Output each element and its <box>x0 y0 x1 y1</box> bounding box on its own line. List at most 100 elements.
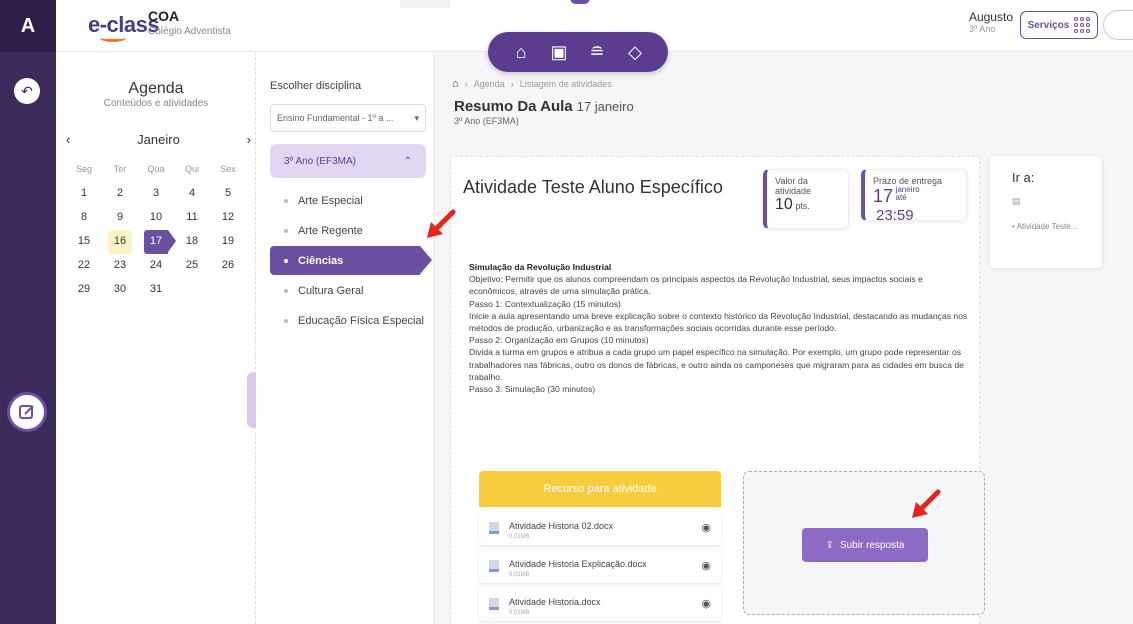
app-logo[interactable]: A <box>0 0 56 52</box>
class-group-label: 3º Ano (EF3MA) <box>284 155 357 167</box>
upload-answer-button[interactable]: ⇪ Subir resposta <box>802 528 928 562</box>
discipline-label: Educação Física Especial <box>298 314 424 327</box>
description-paragraph: Passo 3: Simulação (30 minutos) <box>469 384 596 395</box>
goto-title: Ir a: <box>1012 170 1035 185</box>
list-icon: ▤ <box>1012 196 1021 206</box>
file-size: 0,01MB <box>509 572 530 578</box>
upload-label: Subir resposta <box>839 539 905 551</box>
description-paragraph: Passo 1: Contextualização (15 minutos) <box>469 298 621 309</box>
level-select-value: Ensino Fundamental - 1º a ... <box>277 113 394 123</box>
agenda-subtitle: Conteúdos e atividades <box>103 98 209 109</box>
eye-icon[interactable]: ◉ <box>701 559 711 572</box>
lesson-class: 3º Ano (EF3MA) <box>454 116 519 126</box>
calendar-day[interactable]: 8 <box>66 206 102 230</box>
deadline-time: 23:59 <box>876 207 914 224</box>
description-paragraph: Passo 2: Organização em Grupos (10 minut… <box>469 335 649 346</box>
breadcrumb-item[interactable]: Listagem de atividades <box>520 79 612 89</box>
chevron-left-icon[interactable]: ‹ <box>66 132 70 147</box>
bullet-icon <box>284 288 288 293</box>
goto-link[interactable]: • Atividade Teste... <box>1012 222 1077 231</box>
home-icon[interactable]: ⌂ <box>452 78 459 90</box>
calendar-day[interactable]: 11 <box>174 206 210 230</box>
graduation-icon[interactable]: ≘ <box>584 42 610 63</box>
calendar-day <box>174 278 210 302</box>
calendar-day[interactable]: 26 <box>210 254 246 278</box>
file-size: 0,01MB <box>509 534 530 540</box>
page-title: Resumo Da Aula 17 janeiro <box>454 98 634 115</box>
calendar-day[interactable]: 4 <box>174 182 210 206</box>
calendar-day[interactable]: 1 <box>66 182 102 206</box>
discipline-item[interactable]: Arte Regente <box>270 216 440 245</box>
calendar-day[interactable]: 22 <box>66 254 102 278</box>
discipline-item[interactable]: Educação Física Especial <box>270 306 440 335</box>
disciplines-label: Escolher disciplina <box>270 80 362 92</box>
user-info[interactable]: Augusto 3º Ano <box>969 10 1013 34</box>
left-rail: A ↶ <box>0 0 56 624</box>
user-name: Augusto <box>968 10 1013 24</box>
calendar-week: 8 9 10 11 12 <box>66 206 248 230</box>
discipline-label: Arte Especial <box>298 194 363 207</box>
activity-title: Atividade Teste Aluno Específico <box>463 177 723 197</box>
lesson-title: Resumo Da Aula <box>454 98 573 115</box>
calendar-day[interactable]: 25 <box>174 254 210 278</box>
brand-swoosh-icon <box>100 34 126 42</box>
points-unit: pts. <box>795 201 810 211</box>
calendar-day[interactable]: 31 <box>138 278 174 302</box>
back-arrow-icon[interactable]: ↶ <box>14 78 40 104</box>
discipline-item[interactable]: Arte Especial <box>270 186 440 215</box>
calendar-day-today[interactable]: 16 <box>108 230 132 254</box>
calendar-day[interactable]: 24 <box>138 254 174 278</box>
breadcrumb-item[interactable]: Agenda <box>474 79 505 89</box>
classroom-icon[interactable]: ▣ <box>546 42 572 63</box>
activity-points: 10 <box>775 196 793 213</box>
upload-dropzone[interactable]: ⇪ Subir resposta <box>743 471 985 615</box>
calendar-day[interactable]: 12 <box>210 206 246 230</box>
weekday-label: Qua <box>147 164 165 174</box>
top-decoration <box>400 0 450 8</box>
value-label: Valor da <box>775 176 808 186</box>
calendar-week: 29 30 31 <box>66 278 248 302</box>
calendar-day-selected[interactable]: 17 <box>144 230 176 254</box>
school-full-name: Colégio Adventista <box>148 26 231 37</box>
document-icon <box>489 522 499 534</box>
resource-header: Recurso para atividade <box>479 471 721 507</box>
calendar-day[interactable]: 23 <box>102 254 138 278</box>
calendar-day[interactable]: 9 <box>102 206 138 230</box>
discipline-item[interactable]: Cultura Geral <box>270 276 440 305</box>
weekday-label: Ter <box>113 164 127 174</box>
calendar-day[interactable]: 3 <box>138 182 174 206</box>
calendar-day[interactable]: 30 <box>102 278 138 302</box>
services-label: Serviços <box>1027 19 1070 31</box>
panel-collapse-handle[interactable] <box>247 372 256 428</box>
level-select[interactable]: Ensino Fundamental - 1º a ... ▾ <box>270 104 426 132</box>
deadline-month-block: janeiro até <box>896 186 920 202</box>
home-icon[interactable]: ⌂ <box>508 42 534 63</box>
eye-icon[interactable]: ◉ <box>701 521 711 534</box>
discipline-item-active[interactable]: Ciências <box>270 246 432 275</box>
discipline-label: Ciências <box>298 254 344 267</box>
main-content: ⌂ › Agenda › Listagem de atividades Resu… <box>434 52 1133 624</box>
edit-note-icon[interactable] <box>7 392 47 432</box>
calendar-day[interactable]: 15 <box>66 230 102 254</box>
resource-file[interactable]: Atividade Historia 02.docx 0,01MB ◉ <box>479 511 721 545</box>
file-size: 0,01MB <box>509 610 530 616</box>
tag-icon[interactable]: ◇ <box>622 42 648 63</box>
chevron-right-icon[interactable]: › <box>247 132 251 147</box>
resource-file[interactable]: Atividade Historia.docx 0,01MB ◉ <box>479 587 721 621</box>
profile-button[interactable] <box>1103 10 1133 40</box>
class-group-toggle[interactable]: 3º Ano (EF3MA) ⌃ <box>270 144 426 178</box>
grid-icon <box>1074 17 1091 33</box>
calendar-day[interactable]: 2 <box>102 182 138 206</box>
calendar-day[interactable]: 29 <box>66 278 102 302</box>
deadline-day: 17 <box>873 186 894 206</box>
calendar-day[interactable]: 10 <box>138 206 174 230</box>
weekday-label: Qui <box>184 164 199 174</box>
services-button[interactable]: Serviços <box>1020 11 1098 39</box>
calendar-day[interactable]: 5 <box>210 182 246 206</box>
file-name: Atividade Historia 02.docx <box>509 521 614 531</box>
calendar-day[interactable]: 18 <box>174 230 210 254</box>
eye-icon[interactable]: ◉ <box>701 597 711 610</box>
resource-file[interactable]: Atividade Historia Explicação.docx 0,01MB… <box>479 549 721 583</box>
calendar-day[interactable]: 19 <box>210 230 246 254</box>
deadline-until: até <box>895 193 907 202</box>
